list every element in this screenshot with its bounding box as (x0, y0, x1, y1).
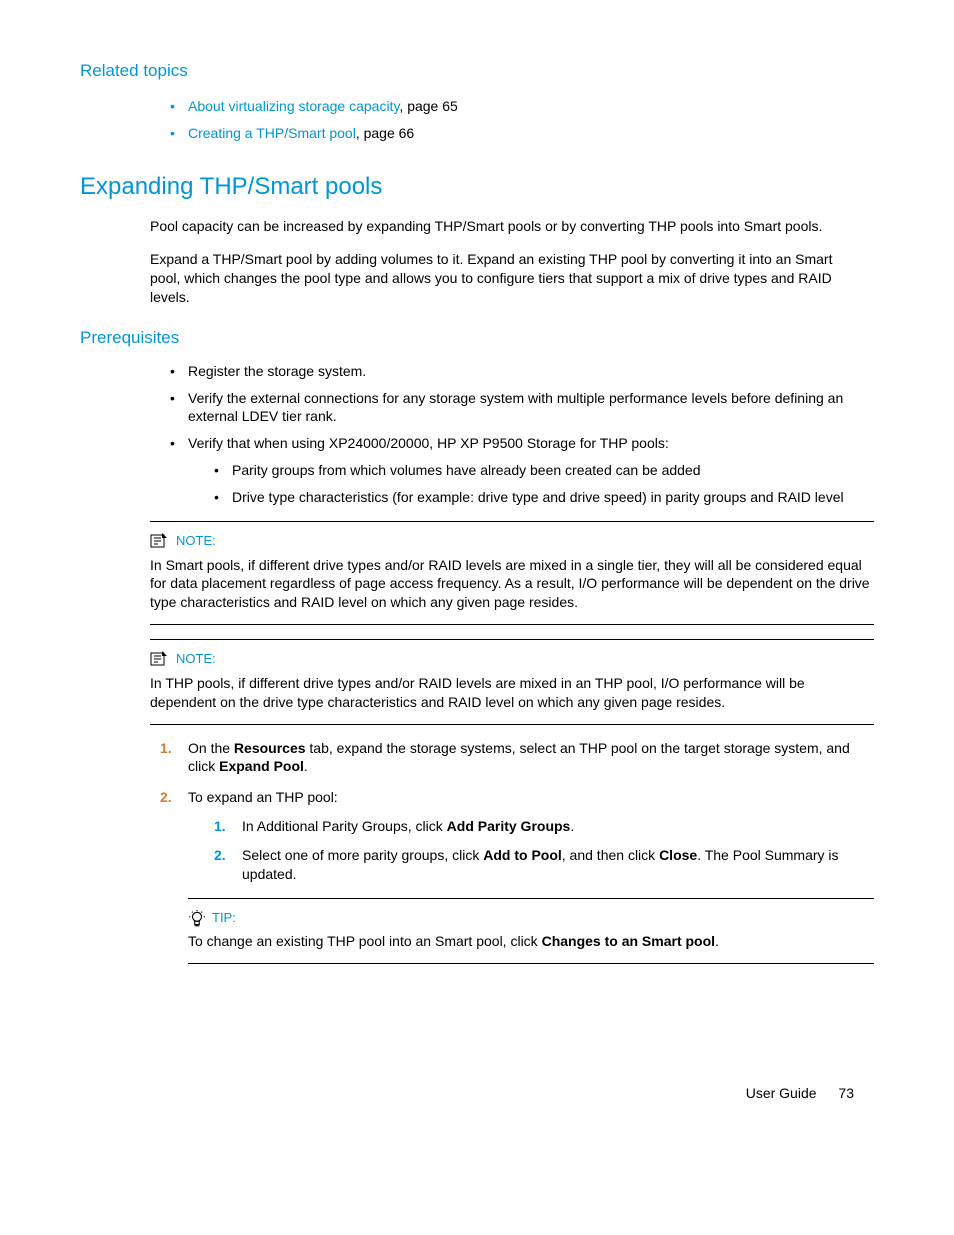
step-text: To expand an THP pool: (188, 789, 338, 805)
steps-list: On the Resources tab, expand the storage… (160, 739, 874, 884)
step-text: In Additional Parity Groups, click (242, 818, 447, 834)
divider (150, 639, 874, 640)
step-text: . (304, 758, 308, 774)
related-topic-item: Creating a THP/Smart pool, page 66 (170, 124, 874, 143)
note-label: NOTE: (176, 532, 216, 550)
bold-text: Resources (234, 740, 306, 756)
divider (150, 724, 874, 725)
note-icon (150, 651, 168, 667)
prereq-nested-list: Parity groups from which volumes have al… (214, 461, 874, 507)
bold-text: Close (659, 847, 697, 863)
step-text: . (570, 818, 574, 834)
note-icon (150, 533, 168, 549)
related-link[interactable]: About virtualizing storage capacity (188, 98, 399, 114)
lightbulb-icon (188, 910, 206, 926)
section-paragraph: Pool capacity can be increased by expand… (150, 217, 854, 236)
tip-text: To change an existing THP pool into an S… (188, 933, 542, 949)
related-topic-item: About virtualizing storage capacity, pag… (170, 97, 874, 116)
tip-text: . (715, 933, 719, 949)
divider (150, 521, 874, 522)
footer-page-number: 73 (838, 1085, 854, 1101)
step-text: On the (188, 740, 234, 756)
prereq-nested-item: Drive type characteristics (for example:… (214, 488, 874, 507)
substeps-list: In Additional Parity Groups, click Add P… (214, 817, 874, 884)
note-header: NOTE: (150, 532, 874, 550)
tip-header: TIP: (188, 909, 874, 927)
divider (150, 624, 874, 625)
note-body: In Smart pools, if different drive types… (150, 556, 874, 613)
bold-text: Changes to an Smart pool (542, 933, 715, 949)
substep-item: Select one of more parity groups, click … (214, 846, 874, 884)
divider (188, 963, 874, 964)
tip-box: TIP: To change an existing THP pool into… (188, 898, 874, 964)
step-text: Select one of more parity groups, click (242, 847, 483, 863)
related-topics-heading: Related topics (80, 60, 874, 83)
section-heading: Expanding THP/Smart pools (80, 171, 874, 203)
note-box: NOTE: In Smart pools, if different drive… (150, 521, 874, 625)
prereq-text: Verify that when using XP24000/20000, HP… (188, 435, 669, 451)
section-paragraph: Expand a THP/Smart pool by adding volume… (150, 250, 854, 307)
prerequisites-heading: Prerequisites (80, 327, 874, 350)
bold-text: Add to Pool (483, 847, 562, 863)
step-text: , and then click (562, 847, 659, 863)
prereq-item: Verify the external connections for any … (170, 389, 874, 427)
bold-text: Add Parity Groups (447, 818, 571, 834)
footer-title: User Guide (746, 1085, 817, 1101)
note-label: NOTE: (176, 650, 216, 668)
note-body: In THP pools, if different drive types a… (150, 674, 874, 712)
tip-label: TIP: (212, 909, 236, 927)
prereq-item: Verify that when using XP24000/20000, HP… (170, 434, 874, 507)
prereq-nested-item: Parity groups from which volumes have al… (214, 461, 874, 480)
prerequisites-list: Register the storage system. Verify the … (170, 362, 874, 507)
prereq-item: Register the storage system. (170, 362, 874, 381)
substep-item: In Additional Parity Groups, click Add P… (214, 817, 874, 836)
tip-body: To change an existing THP pool into an S… (188, 932, 874, 951)
page-footer: User Guide 73 (80, 1084, 874, 1103)
related-link[interactable]: Creating a THP/Smart pool (188, 125, 356, 141)
related-suffix: , page 65 (399, 98, 457, 114)
bold-text: Expand Pool (219, 758, 304, 774)
note-header: NOTE: (150, 650, 874, 668)
divider (188, 898, 874, 899)
related-topics-list: About virtualizing storage capacity, pag… (170, 97, 874, 143)
note-box: NOTE: In THP pools, if different drive t… (150, 639, 874, 724)
related-suffix: , page 66 (356, 125, 414, 141)
step-item: To expand an THP pool: In Additional Par… (160, 788, 874, 884)
step-item: On the Resources tab, expand the storage… (160, 739, 874, 777)
